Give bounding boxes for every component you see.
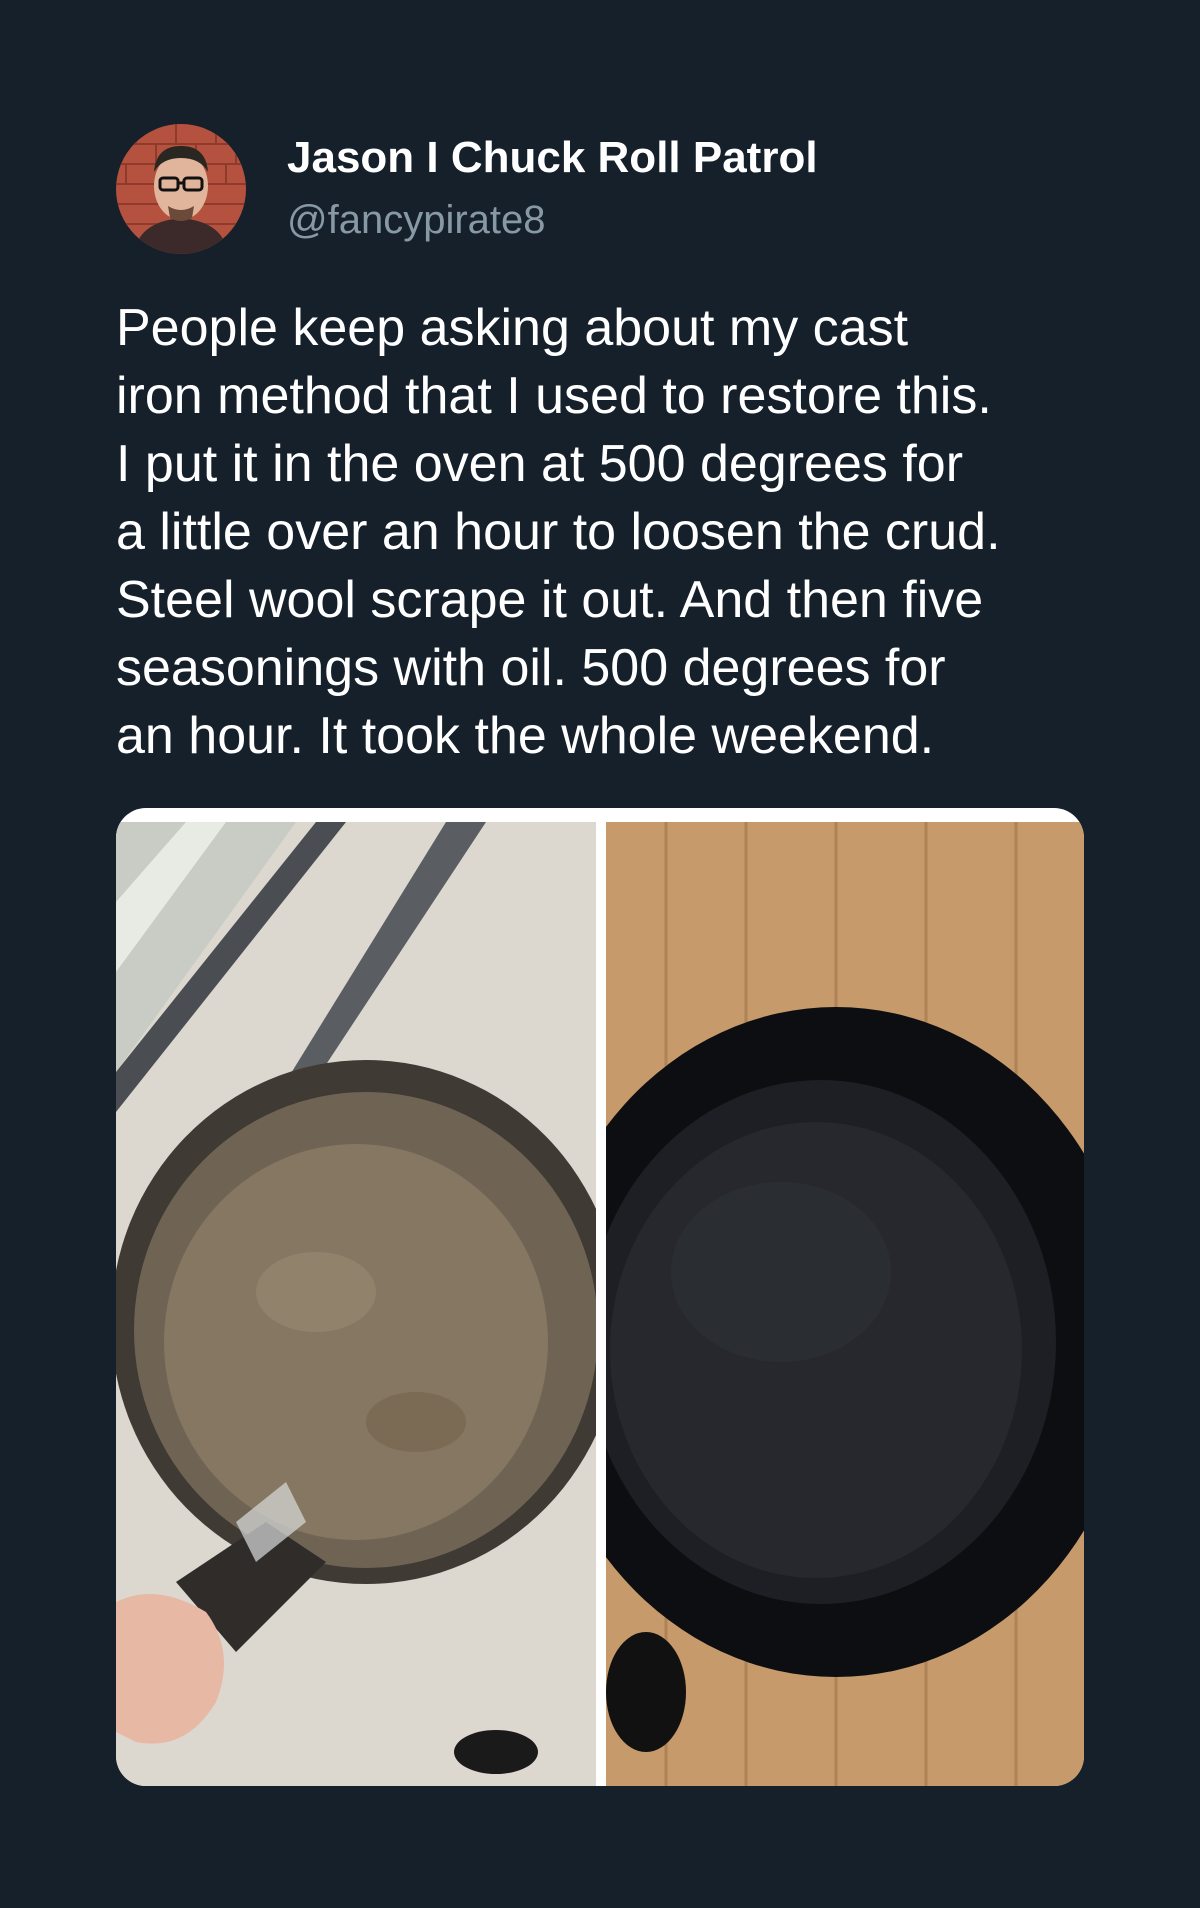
media-grid[interactable] [116,808,1084,1786]
tweet-text: People keep asking about my cast iron me… [116,299,1001,765]
photo-before[interactable] [116,822,596,1786]
avatar-image [116,124,246,254]
photo-after[interactable] [606,822,1084,1786]
user-handle[interactable]: @fancypirate8 [287,196,546,244]
avatar[interactable] [116,124,246,254]
restored-skillet-image [606,822,1084,1786]
display-name[interactable]: Jason I Chuck Roll Patrol [287,132,818,184]
tweet-card: Jason I Chuck Roll Patrol @fancypirate8 … [0,0,1200,1908]
rusty-skillet-image [116,822,596,1786]
